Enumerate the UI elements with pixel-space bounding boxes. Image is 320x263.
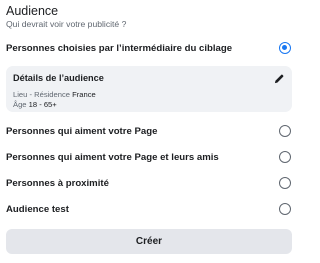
audience-option-label: Personnes qui aiment votre Page et leurs… — [6, 151, 219, 163]
audience-details-card: Détails de l’audience Lieu - Résidence F… — [6, 66, 292, 112]
radio-button[interactable] — [279, 151, 291, 163]
radio-button[interactable] — [279, 203, 291, 215]
location-line: Lieu - Résidence France — [13, 90, 285, 100]
audience-option-page-likes[interactable]: Personnes qui aiment votre Page — [6, 118, 292, 144]
location-value: France — [72, 90, 96, 99]
audience-option-test[interactable]: Audience test — [6, 196, 292, 222]
audience-option-nearby[interactable]: Personnes à proximité — [6, 170, 292, 196]
audience-option-label: Audience test — [6, 203, 69, 215]
radio-button-checked[interactable] — [279, 42, 291, 54]
audience-option-page-likes-friends[interactable]: Personnes qui aiment votre Page et leurs… — [6, 144, 292, 170]
age-line: Âge 18 - 65+ — [13, 100, 285, 110]
audience-details-title: Détails de l’audience — [13, 73, 104, 83]
section-title: Audience — [6, 4, 59, 18]
edit-audience-button[interactable] — [272, 72, 285, 85]
radio-button[interactable] — [279, 125, 291, 137]
audience-option-label: Personnes à proximité — [6, 177, 109, 189]
audience-options-list: Personnes qui aiment votre Page Personne… — [6, 118, 292, 222]
create-button[interactable]: Créer — [6, 229, 292, 254]
section-subtitle: Qui devrait voir votre publicité ? — [6, 19, 127, 29]
age-label: Âge — [13, 99, 27, 109]
audience-option-label: Personnes choisies par l’intermédiaire d… — [6, 42, 233, 54]
audience-option-label: Personnes qui aiment votre Page — [6, 125, 158, 137]
audience-option-targeting[interactable]: Personnes choisies par l’intermédiaire d… — [6, 35, 292, 61]
location-label: Lieu - Résidence — [13, 90, 70, 99]
radio-button[interactable] — [279, 177, 291, 189]
pencil-icon — [274, 74, 283, 83]
audience-panel: Audience Qui devrait voir votre publicit… — [6, 4, 292, 222]
age-value: 18 - 65+ — [28, 99, 57, 109]
